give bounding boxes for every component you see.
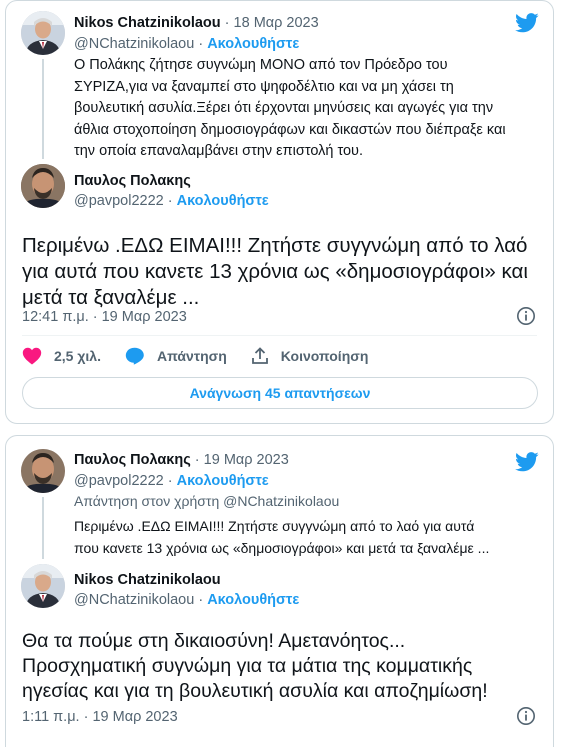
parent-handle-row: @pavpol2222 · Ακολουθήστε: [74, 473, 269, 489]
quoted-date[interactable]: 18 Μαρ 2023: [234, 15, 319, 31]
avatar-polakis-image: [21, 164, 65, 208]
quoted-handle-row: @NChatzinikolaou · Ακολουθήστε: [74, 36, 299, 52]
follow-button[interactable]: Ακολουθήστε: [177, 193, 269, 209]
tweet-timestamp[interactable]: 12:41 π.μ. · 19 Μαρ 2023: [22, 309, 187, 325]
tweet-card-2: Παυλος Πολακης · 19 Μαρ 2023 @pavpol2222…: [5, 435, 554, 747]
text-line: που κανετε 13 χρόνια ως «δημοσιογράφοι» …: [74, 540, 490, 556]
reply-handle[interactable]: @NChatzinikolaou: [74, 592, 194, 608]
read-replies-button[interactable]: Ανάγνωση 45 απαντήσεων: [22, 377, 538, 409]
follow-button[interactable]: Ακολουθήστε: [207, 36, 299, 52]
reply-to-prefix: Απάντηση στον χρήστη: [74, 493, 220, 509]
main-author-row: Παυλος Πολακης: [74, 173, 191, 189]
avatar-nikos[interactable]: [21, 564, 65, 608]
thread-line: [42, 59, 44, 159]
separator-dot: ·: [163, 473, 177, 489]
separator-dot: ·: [194, 592, 208, 608]
avatar-polakis[interactable]: [21, 164, 65, 208]
follow-button[interactable]: Ακολουθήστε: [177, 473, 269, 489]
quoted-author-row: Nikos Chatzinikolaou · 18 Μαρ 2023: [74, 15, 319, 31]
parent-date[interactable]: 19 Μαρ 2023: [204, 452, 289, 468]
info-icon[interactable]: [516, 306, 536, 326]
thread-line: [42, 497, 44, 559]
text-line: Προσχηματική συγνώμη για τα μάτια της κο…: [22, 655, 473, 677]
twitter-logo-icon[interactable]: [515, 452, 539, 472]
reply-label: Απάντηση: [156, 348, 227, 364]
separator-dot: ·: [190, 452, 204, 468]
separator-dot: ·: [163, 193, 177, 209]
twitter-logo-icon[interactable]: [515, 13, 539, 33]
main-author-name[interactable]: Παυλος Πολακης: [74, 173, 191, 189]
main-tweet-text: Περιμένω .ΕΔΩ ΕΙΜΑΙ!!! Ζητήστε συγγνώμη …: [22, 233, 547, 311]
heart-icon: [22, 347, 42, 365]
quoted-author-name[interactable]: Nikos Chatzinikolaou: [74, 15, 221, 31]
parent-author-name[interactable]: Παυλος Πολακης: [74, 452, 191, 468]
separator-dot: ·: [194, 36, 208, 52]
text-line: Περιμένω .ΕΔΩ ΕΙΜΑΙ!!! Ζητήστε συγγνώμη …: [22, 234, 528, 257]
avatar-polakis[interactable]: [21, 449, 65, 493]
reply-handle-row: @NChatzinikolaou · Ακολουθήστε: [74, 592, 299, 608]
action-bar: 2,5 χιλ. Απάντηση Κοινοποίηση: [22, 347, 392, 365]
main-handle-row: @pavpol2222 · Ακολουθήστε: [74, 193, 269, 209]
like-button[interactable]: 2,5 χιλ.: [22, 347, 101, 365]
reply-tweet-text: Θα τα πούμε στη δικαιοσύνη! Αμετανόητος.…: [22, 629, 547, 704]
tweet-timestamp[interactable]: 1:11 π.μ. · 19 Μαρ 2023: [22, 709, 178, 725]
separator-dot: ·: [220, 15, 234, 31]
reply-author-row: Nikos Chatzinikolaou: [74, 572, 221, 588]
text-line: την οποία επαναλαμβάνει στην επιστολή το…: [74, 143, 364, 159]
parent-tweet-text: Περιμένω .ΕΔΩ ΕΙΜΑΙ!!! Ζητήστε συγγνώμη …: [74, 515, 549, 559]
avatar-nikos-image: [21, 11, 65, 55]
text-line: Ο Πολάκης ζήτησε συγνώμη ΜΟΝΟ από τον Πρ…: [74, 57, 448, 73]
text-line: Περιμένω .ΕΔΩ ΕΙΜΑΙ!!! Ζητήστε συγγνώμη …: [74, 518, 475, 534]
avatar-polakis-image: [21, 449, 65, 493]
text-line: μετά τα ξαναλέμε ...: [22, 286, 200, 309]
share-icon: [251, 347, 268, 364]
text-line: βουλευτική ασυλία.Ξέρει ότι έρχονται μην…: [74, 100, 494, 116]
like-count: 2,5 χιλ.: [54, 348, 101, 364]
share-label: Κοινοποίηση: [280, 348, 369, 364]
read-replies-label: Ανάγνωση 45 απαντήσεων: [189, 385, 371, 401]
share-button[interactable]: Κοινοποίηση: [251, 347, 369, 365]
main-handle[interactable]: @pavpol2222: [74, 193, 164, 209]
avatar-nikos-image: [21, 564, 65, 608]
replying-to: Απάντηση στον χρήστη @NChatzinikolaou: [74, 493, 339, 509]
quoted-handle[interactable]: @NChatzinikolaou: [74, 36, 194, 52]
tweet-card-1: Nikos Chatzinikolaou · 18 Μαρ 2023 @NCha…: [5, 0, 554, 424]
reply-to-handle[interactable]: @NChatzinikolaou: [223, 493, 339, 509]
text-line: ΣΥΡΙΖΑ,για να ξαναμπεί στο ψηφοδέλτιο κα…: [74, 78, 454, 95]
text-line: για αυτά που κανετε 13 χρόνια ως «δημοσι…: [22, 260, 528, 283]
follow-button[interactable]: Ακολουθήστε: [207, 592, 299, 608]
avatar-nikos[interactable]: [21, 11, 65, 55]
reply-button[interactable]: Απάντηση: [125, 347, 227, 365]
parent-handle[interactable]: @pavpol2222: [74, 473, 164, 489]
info-icon[interactable]: [516, 706, 536, 726]
text-line: άθλια στοχοποίηση δημοσιογράφων και δικα…: [74, 121, 506, 138]
parent-author-row: Παυλος Πολακης · 19 Μαρ 2023: [74, 452, 289, 468]
reply-bubble-icon: [125, 347, 144, 365]
reply-author-name[interactable]: Nikos Chatzinikolaou: [74, 572, 221, 588]
divider: [22, 335, 537, 336]
quoted-tweet-text: Ο Πολάκης ζήτησε συγνώμη ΜΟΝΟ από τον Πρ…: [74, 55, 549, 163]
text-line: Θα τα πούμε στη δικαιοσύνη! Αμετανόητος.…: [22, 630, 406, 652]
text-line: ηγεσίας και για τη βουλευτική ασυλία και…: [22, 680, 488, 702]
